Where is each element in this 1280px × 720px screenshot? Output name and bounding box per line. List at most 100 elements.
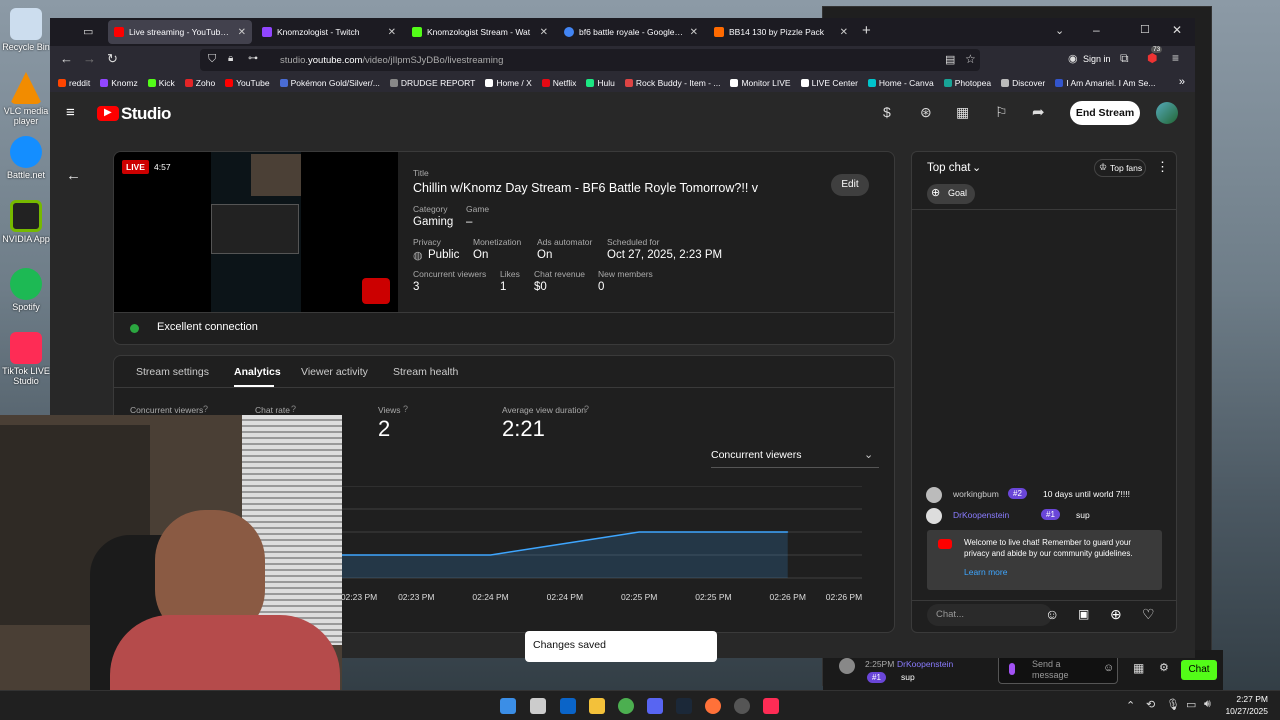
bookmark-item[interactable]: Pokémon Gold/Silver/...: [279, 78, 380, 88]
add-icon[interactable]: ⊕: [1110, 606, 1122, 623]
tab-kick[interactable]: Knomzologist Stream - Wat ✕: [406, 20, 554, 44]
star-icon[interactable]: ☆: [965, 52, 976, 66]
reload-icon[interactable]: ↻: [107, 51, 118, 67]
volume-icon[interactable]: 🔊︎: [1204, 698, 1211, 711]
heart-icon[interactable]: ♡: [1142, 606, 1155, 623]
end-stream-button[interactable]: End Stream: [1070, 101, 1140, 125]
chat-input[interactable]: Chat...: [927, 604, 1052, 626]
top-fans-button[interactable]: ♔ Top fans: [1094, 159, 1146, 177]
close-tab-icon[interactable]: ✕: [540, 27, 548, 38]
emoji-icon[interactable]: ☺: [1103, 662, 1114, 674]
bookmark-item[interactable]: Monitor LIVE: [730, 78, 791, 88]
share-icon[interactable]: ➦: [1032, 103, 1045, 121]
url-bar[interactable]: ⛉ 🔒︎ ⊶ studio. youtube.com/video/jIlpmSJy…: [200, 49, 980, 71]
help-icon[interactable]: ?: [291, 404, 296, 414]
clock-time[interactable]: 2:27 PM: [1228, 694, 1268, 704]
task-view-icon[interactable]: [530, 698, 546, 714]
avatar[interactable]: [1156, 102, 1178, 124]
tab-list-icon[interactable]: ▭: [83, 25, 93, 38]
bookmark-item[interactable]: Home - Canva: [867, 78, 934, 88]
back-arrow-icon[interactable]: ←: [66, 167, 81, 184]
extensions-icon[interactable]: ⧉: [1120, 51, 1129, 66]
sign-in-button[interactable]: Sign in: [1083, 54, 1111, 64]
chevron-down-icon[interactable]: ⌄: [1055, 24, 1064, 37]
tab-bb14[interactable]: BB14 130 by Pizzle Pack ✕: [708, 20, 854, 44]
tab-youtube-studio[interactable]: Live streaming - YouTube Studio✕: [108, 20, 252, 44]
help-icon[interactable]: ?: [203, 404, 208, 414]
tab-google[interactable]: bf6 battle royale - Google Search✕: [558, 20, 704, 44]
desktop-icon-battlenet[interactable]: Battle.net: [2, 136, 50, 180]
tiktok-live-studio-icon[interactable]: [763, 698, 779, 714]
hamburger-menu-icon[interactable]: ≡: [66, 104, 75, 121]
goal-button[interactable]: ⊕ Goal: [927, 184, 975, 204]
bookmark-item[interactable]: Rock Buddy - Item - ...: [624, 78, 720, 88]
desktop-icon-vlc[interactable]: VLC media player: [2, 72, 50, 126]
monetization-icon[interactable]: $: [883, 104, 891, 120]
learn-more-link[interactable]: Learn more: [964, 567, 1007, 577]
bookmark-item[interactable]: Photopea: [943, 78, 991, 88]
chevron-up-icon[interactable]: ⌃: [1126, 699, 1135, 712]
back-icon[interactable]: ←: [60, 51, 73, 66]
help-icon[interactable]: ?: [403, 404, 408, 414]
youtube-logo-icon[interactable]: ▶: [97, 106, 119, 121]
message-user[interactable]: DrKoopenstein: [953, 510, 1009, 520]
file-explorer-icon[interactable]: [589, 698, 605, 714]
send-message-input[interactable]: Send a message ☺: [998, 654, 1118, 684]
monitor-icon[interactable]: ▭: [1186, 698, 1196, 711]
store-icon[interactable]: ▦: [1133, 661, 1144, 675]
outlook-icon[interactable]: [560, 698, 576, 714]
help-icon[interactable]: ?: [584, 404, 589, 414]
reader-view-icon[interactable]: ▤: [945, 53, 955, 66]
bookmark-item[interactable]: Knomz: [100, 78, 138, 88]
close-tab-icon[interactable]: ✕: [388, 27, 396, 38]
minimize-icon[interactable]: –: [1093, 23, 1100, 37]
chrome-icon[interactable]: [618, 698, 634, 714]
maximize-icon[interactable]: ☐: [1140, 23, 1150, 36]
tab-twitch[interactable]: Knomzologist - Twitch ✕: [256, 20, 402, 44]
forward-icon[interactable]: →: [83, 51, 96, 66]
network-icon[interactable]: ⟲: [1146, 698, 1155, 711]
bookmark-item[interactable]: Hulu: [586, 78, 615, 88]
edit-button[interactable]: Edit: [831, 174, 869, 196]
emoji-icon[interactable]: ☺: [1045, 606, 1059, 622]
desktop-icon-recycle-bin[interactable]: Recycle Bin: [2, 8, 50, 52]
obs-icon[interactable]: [734, 698, 750, 714]
bookmark-item[interactable]: YouTube: [225, 78, 270, 88]
gear-icon[interactable]: ⚙: [1159, 661, 1169, 674]
firefox-icon[interactable]: [705, 698, 721, 714]
bookmark-item[interactable]: Kick: [147, 78, 175, 88]
close-tab-icon[interactable]: ✕: [690, 27, 698, 38]
steam-icon[interactable]: [676, 698, 692, 714]
bookmark-item[interactable]: I Am Amariel. I Am Se...: [1055, 78, 1155, 88]
stream-preview[interactable]: LIVE 4:57: [114, 152, 398, 312]
clock-date[interactable]: 10/27/2025: [1222, 706, 1268, 716]
bookmark-item[interactable]: DRUDGE REPORT: [389, 78, 475, 88]
chart-metric-select[interactable]: Concurrent viewers ⌄: [711, 444, 879, 468]
bookmark-item[interactable]: Zoho: [184, 78, 215, 88]
super-chat-icon[interactable]: ▣: [1078, 607, 1089, 621]
chevron-down-icon[interactable]: ⌄: [972, 161, 981, 174]
more-options-icon[interactable]: ⋮: [1156, 159, 1169, 175]
addon-icon[interactable]: ⬢: [1147, 51, 1157, 65]
bookmark-item[interactable]: Discover: [1001, 78, 1045, 88]
tab-analytics[interactable]: Analytics: [234, 366, 281, 378]
menu-icon[interactable]: ≡: [1172, 51, 1179, 65]
tab-viewer-activity[interactable]: Viewer activity: [301, 366, 368, 378]
top-chat-dropdown[interactable]: Top chat: [927, 162, 970, 174]
microphone-icon[interactable]: 🎙︎: [1166, 698, 1180, 711]
bookmark-item[interactable]: reddit: [58, 78, 90, 88]
bookmark-icon[interactable]: ⚐: [995, 104, 1008, 121]
bookmark-item[interactable]: LIVE Center: [800, 78, 858, 88]
close-window-icon[interactable]: ✕: [1172, 23, 1182, 37]
studio-logo-text[interactable]: Studio: [121, 104, 171, 124]
bookmark-item[interactable]: Netflix: [541, 78, 576, 88]
new-tab-icon[interactable]: +: [862, 22, 871, 39]
chat-button[interactable]: Chat: [1181, 660, 1217, 680]
clapperboard-icon[interactable]: ▦: [956, 104, 969, 121]
tab-stream-settings[interactable]: Stream settings: [136, 366, 209, 378]
desktop-icon-spotify[interactable]: Spotify: [2, 268, 50, 312]
more-bookmarks-icon[interactable]: »: [1179, 76, 1185, 88]
desktop-icon-nvidia[interactable]: NVIDIA App: [2, 200, 50, 244]
close-tab-icon[interactable]: ✕: [238, 27, 246, 38]
message-user[interactable]: workingbum: [953, 489, 999, 499]
